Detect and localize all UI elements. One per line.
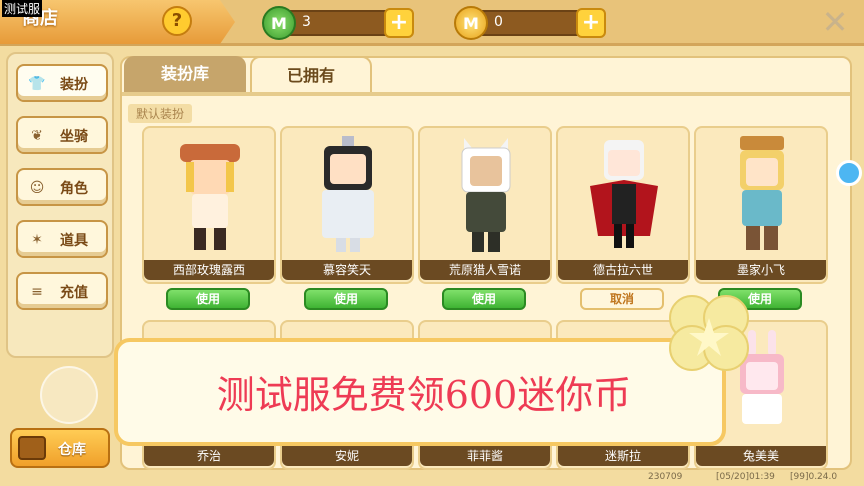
gem-icon: M bbox=[262, 6, 296, 40]
outfit-card[interactable]: 墨家小飞 bbox=[694, 126, 828, 284]
treasure-chest-icon bbox=[18, 436, 46, 460]
coins-icon: ≡ bbox=[31, 284, 43, 300]
outfit-card[interactable]: 德古拉六世 bbox=[556, 126, 690, 284]
category-sidebar: 👕 装扮 ❦ 坐骑 ☺ 角色 ✶ 道具 ≡ 充值 bbox=[6, 52, 114, 358]
outfit-card[interactable]: 西部玫瑰露西 bbox=[142, 126, 276, 284]
confetti-icon: ✶ bbox=[31, 232, 43, 248]
cancel-button[interactable]: 取消 bbox=[580, 288, 664, 310]
sidebar-item-label: 装扮 bbox=[60, 77, 88, 93]
use-button[interactable]: 使用 bbox=[166, 288, 250, 310]
gem-value: 3 bbox=[302, 14, 311, 30]
sidebar-item-label: 道具 bbox=[60, 233, 88, 249]
add-coin-button[interactable]: + bbox=[576, 8, 606, 38]
sidebar-item-recharge[interactable]: ≡ 充值 bbox=[16, 272, 108, 310]
outfit-name: 荒原猎人雪诺 bbox=[420, 260, 550, 280]
character-figure bbox=[590, 140, 658, 248]
wings-icon: ❦ bbox=[31, 128, 43, 144]
promo-banner[interactable]: 测试服免费领600迷你币 bbox=[114, 338, 726, 446]
section-label: 默认装扮 bbox=[128, 104, 193, 123]
outfit-name: 西部玫瑰露西 bbox=[144, 260, 274, 280]
sidebar-item-label: 角色 bbox=[60, 181, 88, 197]
use-button[interactable]: 使用 bbox=[304, 288, 388, 310]
cat-face-icon: ☺ bbox=[29, 180, 45, 196]
warehouse-label: 仓库 bbox=[58, 442, 86, 458]
joystick-handle[interactable] bbox=[40, 366, 98, 424]
outfit-name: 迷斯拉 bbox=[558, 446, 688, 466]
top-bar: 商店 测试服 ? M 3 + M 0 + ✕ bbox=[0, 0, 864, 46]
tab-outfit-library[interactable]: 装扮库 bbox=[124, 56, 246, 94]
outfit-name: 慕容笑天 bbox=[282, 260, 412, 280]
sidebar-item-label: 充值 bbox=[60, 285, 88, 301]
outfit-name: 德古拉六世 bbox=[558, 260, 688, 280]
coin-value: 0 bbox=[494, 14, 503, 30]
build-date: [05/20]01:39 bbox=[716, 472, 775, 482]
sidebar-item-outfit[interactable]: 👕 装扮 bbox=[16, 64, 108, 102]
close-icon[interactable]: ✕ bbox=[820, 6, 850, 38]
outfit-name: 墨家小飞 bbox=[696, 260, 826, 280]
outfit-card[interactable]: 慕容笑天 bbox=[280, 126, 414, 284]
outfit-name: 安妮 bbox=[282, 446, 412, 466]
build-number: 230709 bbox=[648, 472, 683, 482]
character-figure bbox=[461, 138, 511, 252]
sidebar-item-mount[interactable]: ❦ 坐骑 bbox=[16, 116, 108, 154]
outfit-name: 乔治 bbox=[144, 446, 274, 466]
warehouse-button[interactable]: 仓库 bbox=[10, 428, 110, 468]
promo-text: 测试服免费领600迷你币 bbox=[216, 373, 632, 417]
tab-divider bbox=[122, 92, 850, 96]
sidebar-item-label: 坐骑 bbox=[60, 129, 88, 145]
help-button[interactable]: ? bbox=[162, 6, 192, 36]
version-label: [99]0.24.0 bbox=[790, 472, 838, 482]
watermark-label: 测试服 bbox=[2, 0, 43, 17]
outfit-name: 兔美美 bbox=[696, 446, 826, 466]
gem-counter: M 3 + bbox=[262, 6, 414, 40]
tab-owned[interactable]: 已拥有 bbox=[250, 56, 372, 94]
character-figure bbox=[322, 136, 374, 252]
use-button[interactable]: 使用 bbox=[442, 288, 526, 310]
shirt-icon: 👕 bbox=[28, 76, 46, 92]
coin-counter: M 0 + bbox=[454, 6, 606, 40]
coin-icon: M bbox=[454, 6, 488, 40]
character-figure bbox=[740, 136, 784, 250]
sidebar-item-props[interactable]: ✶ 道具 bbox=[16, 220, 108, 258]
character-figure bbox=[180, 144, 240, 250]
clover-icon bbox=[669, 295, 749, 371]
side-toggle-button[interactable] bbox=[836, 160, 862, 186]
outfit-name: 菲菲酱 bbox=[420, 446, 550, 466]
sidebar-item-character[interactable]: ☺ 角色 bbox=[16, 168, 108, 206]
outfit-card[interactable]: 荒原猎人雪诺 bbox=[418, 126, 552, 284]
add-gem-button[interactable]: + bbox=[384, 8, 414, 38]
